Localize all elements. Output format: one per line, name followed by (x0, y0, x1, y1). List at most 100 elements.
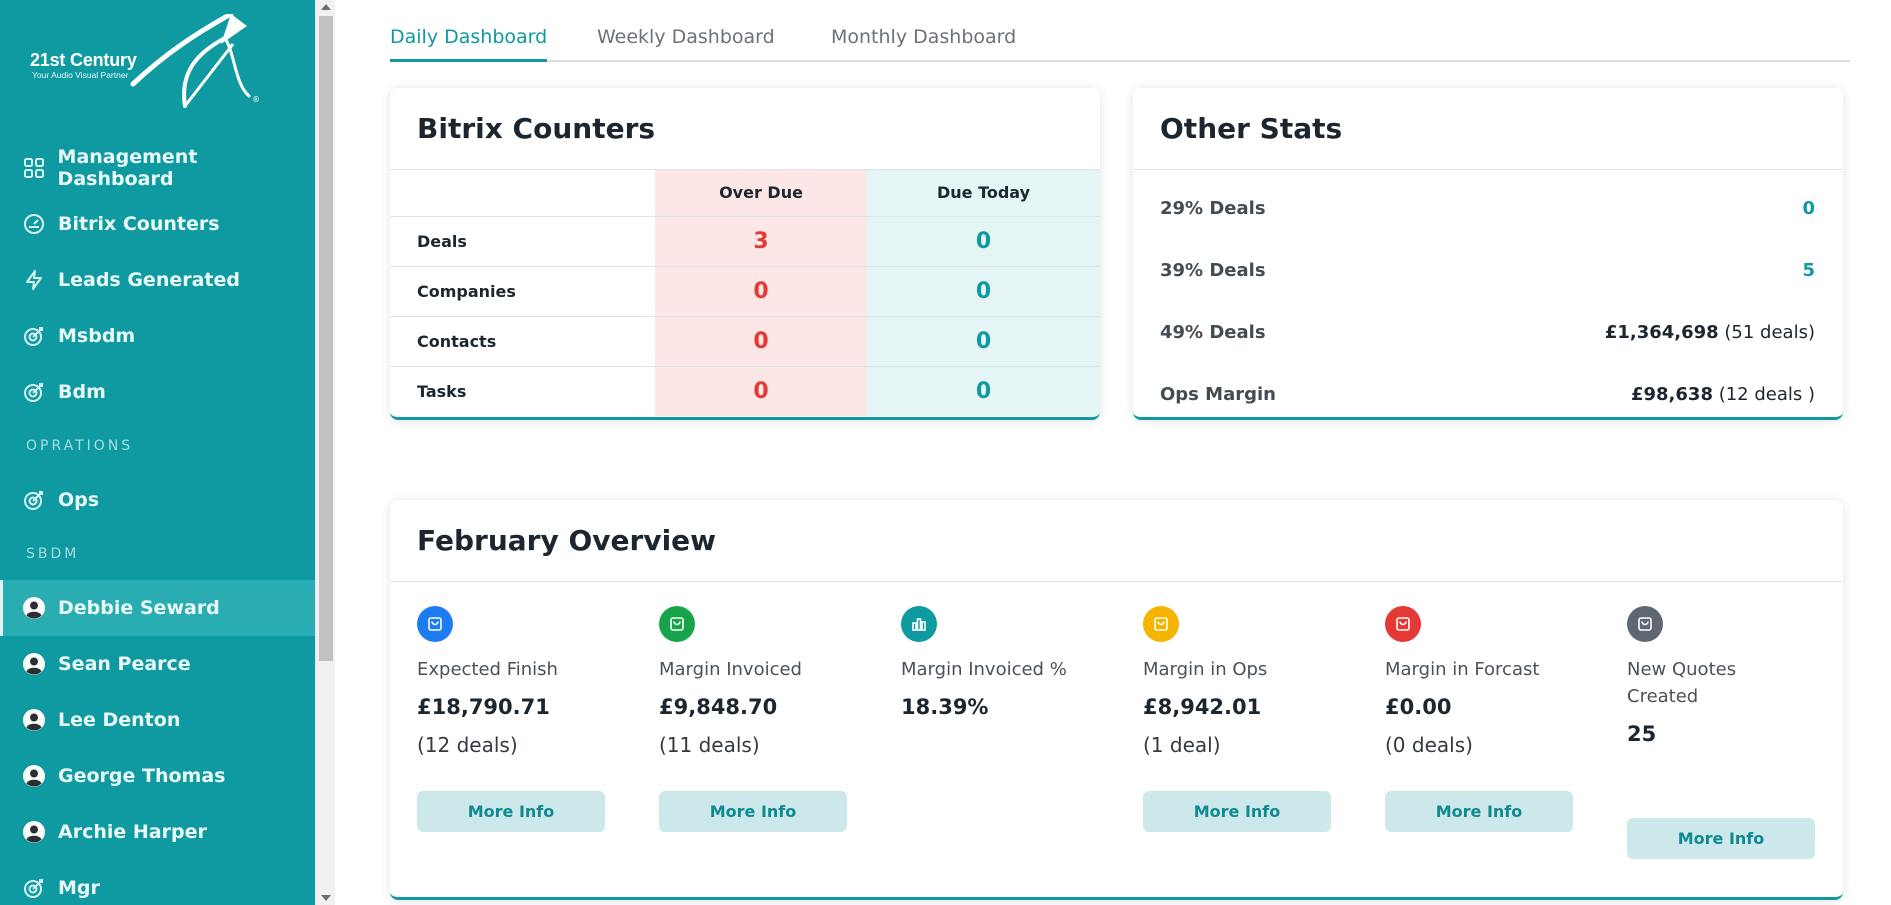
metric-label: Margin in Ops (1143, 659, 1268, 680)
bitrix-counters-card: Bitrix Counters Over Due Due Today Deals… (390, 88, 1100, 420)
tab-weekly-dashboard[interactable]: Weekly Dashboard (597, 26, 775, 48)
stat-row: 49% Deals £1,364,698 (51 deals) (1133, 301, 1843, 363)
metric-value: £0.00 (1385, 695, 1452, 719)
table-row: Contacts 0 0 (390, 315, 1100, 366)
sidebar-item-label: Management Dashboard (57, 146, 198, 190)
sidebar-item-label: Leads Generated (58, 269, 240, 291)
scroll-up-arrow-icon[interactable] (321, 4, 331, 10)
row-label: Deals (390, 215, 655, 266)
sidebar-item-label: Msbdm (58, 325, 136, 347)
shopping-bag-icon (659, 606, 695, 642)
bitrix-counters-title: Bitrix Counters (390, 88, 1100, 170)
sidebar-item-ops[interactable]: Ops (0, 472, 315, 528)
metric-value: £9,848.70 (659, 695, 778, 719)
sidebar-nav: Management Dashboard Bitrix Counters Lea… (0, 140, 315, 905)
shopping-bag-icon (1143, 606, 1179, 642)
stat-row: Ops Margin £98,638 (12 deals ) (1133, 363, 1843, 417)
due-today-count: 0 (867, 215, 1100, 266)
table-header-overdue: Over Due (655, 170, 867, 216)
metric-label: Margin in Forcast (1385, 659, 1540, 680)
table-row: Companies 0 0 (390, 265, 1100, 316)
overdue-count: 3 (655, 215, 867, 266)
stat-value[interactable]: 0 (1802, 198, 1815, 219)
table-header-empty (390, 170, 655, 216)
section-header-operations: OPRATIONS (26, 438, 134, 454)
row-label: Contacts (390, 315, 655, 366)
sidebar-item-leads-generated[interactable]: Leads Generated (0, 252, 315, 308)
dashboard-tabs: Daily Dashboard Weekly Dashboard Monthly… (390, 0, 1850, 62)
sidebar: 21st Century Your Audio Visual Partner ®… (0, 0, 315, 905)
metric-margin-invoiced: Margin Invoiced £9,848.70 (11 deals) (659, 606, 859, 757)
table-row: Tasks 0 0 (390, 365, 1100, 416)
sidebar-item-label: Lee Denton (58, 709, 181, 731)
sidebar-item-msbdm[interactable]: Msbdm (0, 308, 315, 364)
stat-amount: £98,638 (1630, 383, 1713, 405)
main-content: Daily Dashboard Weekly Dashboard Monthly… (335, 0, 1891, 905)
more-info-button-expected-finish[interactable]: More Info (417, 791, 605, 832)
user-icon (22, 596, 46, 620)
overdue-count: 0 (655, 365, 867, 416)
user-icon (22, 764, 46, 788)
sidebar-item-management-dashboard[interactable]: Management Dashboard (0, 140, 315, 196)
sidebar-item-archie-harper[interactable]: Archie Harper (0, 804, 315, 860)
stat-value[interactable]: 5 (1802, 260, 1815, 281)
more-info-button-new-quotes[interactable]: More Info (1627, 818, 1815, 859)
sidebar-item-label: Archie Harper (58, 821, 207, 843)
bolt-icon (22, 268, 46, 292)
metric-expected-finish: Expected Finish £18,790.71 (12 deals) (417, 606, 617, 757)
metric-label: Margin Invoiced % (901, 659, 1067, 680)
shopping-bag-icon (1627, 606, 1663, 642)
sidebar-item-debbie-seward[interactable]: Debbie Seward (0, 580, 315, 636)
sidebar-item-sean-pearce[interactable]: Sean Pearce (0, 636, 315, 692)
more-info-button-margin-invoiced[interactable]: More Info (659, 791, 847, 832)
stat-label: 49% Deals (1160, 321, 1266, 343)
metric-label: New Quotes Created (1627, 659, 1737, 707)
other-stats-title: Other Stats (1133, 88, 1843, 170)
logo-registered-mark: ® (252, 95, 260, 104)
row-label: Tasks (390, 365, 655, 416)
february-overview-card: February Overview Expected Finish £18,79… (390, 500, 1843, 900)
sidebar-item-mgr[interactable]: Mgr (0, 860, 315, 905)
february-overview-title: February Overview (390, 500, 1843, 582)
metric-label: Margin Invoiced (659, 659, 802, 680)
sidebar-item-label: Sean Pearce (58, 653, 191, 675)
more-info-button-margin-in-forcast[interactable]: More Info (1385, 791, 1573, 832)
metric-margin-invoiced-percent: Margin Invoiced % 18.39% (901, 606, 1101, 719)
overdue-count: 0 (655, 315, 867, 366)
target-icon (22, 488, 46, 512)
scrollbar-thumb[interactable] (319, 16, 333, 661)
overdue-count: 0 (655, 265, 867, 316)
metric-value: 18.39% (901, 695, 989, 719)
tab-monthly-dashboard[interactable]: Monthly Dashboard (831, 26, 1016, 48)
metric-deals: (11 deals) (659, 733, 760, 757)
sidebar-item-lee-denton[interactable]: Lee Denton (0, 692, 315, 748)
metric-margin-in-forcast: Margin in Forcast £0.00 (0 deals) (1385, 606, 1585, 757)
company-logo[interactable]: 21st Century Your Audio Visual Partner ® (30, 14, 260, 114)
sidebar-item-bdm[interactable]: Bdm (0, 364, 315, 420)
metric-deals: (0 deals) (1385, 733, 1473, 757)
due-today-count: 0 (867, 365, 1100, 416)
shopping-bag-icon (1385, 606, 1421, 642)
sidebar-scrollbar[interactable] (315, 0, 335, 905)
stat-label: Ops Margin (1160, 383, 1276, 405)
metric-label: Expected Finish (417, 659, 558, 680)
sidebar-item-label: Mgr (58, 877, 100, 899)
sidebar-item-label: Debbie Seward (58, 597, 220, 619)
stat-deal-count: (51 deals) (1718, 321, 1815, 343)
stat-deal-count: (12 deals ) (1712, 383, 1815, 405)
sidebar-item-george-thomas[interactable]: George Thomas (0, 748, 315, 804)
sidebar-item-label: Ops (58, 489, 100, 511)
tab-daily-dashboard[interactable]: Daily Dashboard (390, 26, 548, 62)
stat-amount: £1,364,698 (1604, 321, 1719, 343)
shopping-bag-icon (417, 606, 453, 642)
scroll-down-arrow-icon[interactable] (321, 895, 331, 901)
gauge-icon (22, 212, 46, 236)
more-info-button-margin-in-ops[interactable]: More Info (1143, 791, 1331, 832)
sidebar-item-bitrix-counters[interactable]: Bitrix Counters (0, 196, 315, 252)
sidebar-item-label: Bdm (58, 381, 106, 403)
logo-swoosh-icon: ® (130, 14, 260, 108)
section-header-sbdm: SBDM (26, 546, 80, 562)
metric-value: £18,790.71 (417, 695, 550, 719)
user-icon (22, 708, 46, 732)
grid-icon (22, 156, 46, 180)
